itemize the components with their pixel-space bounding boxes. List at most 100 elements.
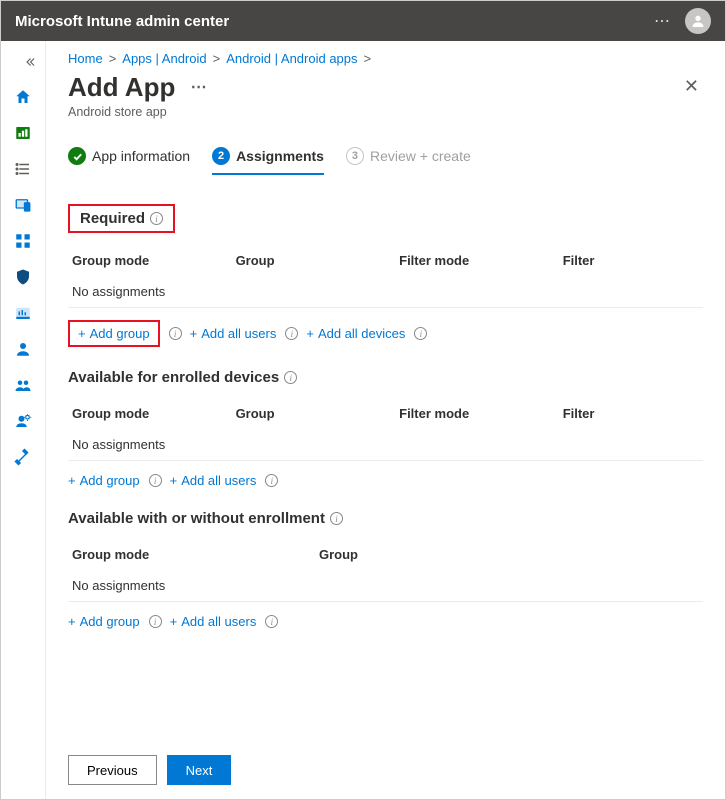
more-icon[interactable]: ⋯: [654, 11, 671, 31]
step-app-information[interactable]: App information: [68, 147, 190, 175]
link-label: Add all users: [181, 473, 256, 488]
info-icon[interactable]: i: [265, 615, 278, 628]
required-actions: + Add group i + Add all users i + Add al…: [68, 308, 703, 351]
link-label: Add all users: [181, 614, 256, 629]
nav-users-icon[interactable]: [6, 333, 40, 365]
nav-list-icon[interactable]: [6, 153, 40, 185]
step-number-badge: 3: [346, 147, 364, 165]
link-label: Add all devices: [318, 326, 405, 341]
nav-troubleshoot-icon[interactable]: [6, 441, 40, 473]
link-label: Add group: [80, 473, 140, 488]
enrolled-table: Group mode Group Filter mode Filter No a…: [68, 398, 703, 461]
breadcrumb-home[interactable]: Home: [68, 51, 103, 66]
breadcrumb-sep: >: [213, 51, 221, 66]
section-title-text: Required: [80, 210, 145, 227]
without-table: Group mode Group No assignments: [68, 539, 703, 602]
topbar-right: ⋯: [654, 8, 711, 34]
nav-tenant-icon[interactable]: [6, 405, 40, 437]
top-header-bar: Microsoft Intune admin center ⋯: [1, 1, 725, 41]
nav-home-icon[interactable]: [6, 81, 40, 113]
main-panel: Home > Apps | Android > Android | Androi…: [46, 41, 725, 799]
col-group-mode: Group mode: [72, 406, 236, 421]
section-without-enrollment: Available with or without enrollment i G…: [68, 510, 703, 633]
nav-apps-icon[interactable]: [6, 225, 40, 257]
add-group-link[interactable]: + Add group: [68, 473, 140, 488]
nav-dashboard-icon[interactable]: [6, 117, 40, 149]
breadcrumb-android-apps[interactable]: Android | Android apps: [226, 51, 357, 66]
info-icon[interactable]: i: [414, 327, 427, 340]
link-label: Add group: [80, 614, 140, 629]
page-title: Add App ⋯: [68, 72, 207, 103]
nav-collapse-toggle[interactable]: [1, 47, 45, 77]
nav-reports-icon[interactable]: [6, 297, 40, 329]
add-all-users-link[interactable]: + Add all users: [170, 473, 257, 488]
plus-icon: +: [78, 326, 86, 341]
breadcrumb-apps-android[interactable]: Apps | Android: [122, 51, 206, 66]
empty-row: No assignments: [72, 284, 236, 299]
breadcrumb-sep: >: [109, 51, 117, 66]
info-icon[interactable]: i: [285, 327, 298, 340]
enrolled-actions: + Add group i + Add all users i: [68, 461, 703, 492]
checkmark-icon: [68, 147, 86, 165]
page-title-text: Add App: [68, 72, 175, 102]
step-review-create[interactable]: 3 Review + create: [346, 147, 471, 175]
info-icon[interactable]: i: [169, 327, 182, 340]
step-label: Review + create: [370, 148, 471, 164]
next-button[interactable]: Next: [167, 755, 232, 785]
add-all-users-link[interactable]: + Add all users: [190, 326, 277, 341]
footer-bar: Previous Next: [68, 745, 703, 785]
info-icon[interactable]: i: [284, 371, 297, 384]
without-actions: + Add group i + Add all users i: [68, 602, 703, 633]
link-label: Add all users: [201, 326, 276, 341]
highlight-add-group: + Add group: [68, 320, 160, 347]
left-nav: [1, 41, 46, 799]
breadcrumb: Home > Apps | Android > Android | Androi…: [68, 41, 703, 72]
col-group: Group: [236, 406, 400, 421]
section-title-required: Required i: [68, 204, 175, 233]
add-group-link[interactable]: + Add group: [68, 614, 140, 629]
close-icon[interactable]: ✕: [680, 72, 703, 101]
plus-icon: +: [68, 473, 76, 488]
required-table: Group mode Group Filter mode Filter No a…: [68, 245, 703, 308]
add-all-devices-link[interactable]: + Add all devices: [306, 326, 405, 341]
step-assignments[interactable]: 2 Assignments: [212, 147, 324, 175]
info-icon[interactable]: i: [330, 512, 343, 525]
step-label: Assignments: [236, 148, 324, 164]
info-icon[interactable]: i: [265, 474, 278, 487]
col-group-mode: Group mode: [72, 253, 236, 268]
info-icon[interactable]: i: [149, 615, 162, 628]
product-title: Microsoft Intune admin center: [15, 13, 229, 30]
step-label: App information: [92, 148, 190, 164]
add-all-users-link[interactable]: + Add all users: [170, 614, 257, 629]
info-icon[interactable]: i: [150, 212, 163, 225]
link-label: Add group: [90, 326, 150, 341]
wizard-steps: App information 2 Assignments 3 Review +…: [68, 147, 703, 176]
nav-devices-icon[interactable]: [6, 189, 40, 221]
col-filter: Filter: [563, 406, 699, 421]
col-filter-mode: Filter mode: [399, 406, 563, 421]
step-number-badge: 2: [212, 147, 230, 165]
plus-icon: +: [170, 614, 178, 629]
info-icon[interactable]: i: [149, 474, 162, 487]
col-group-mode: Group mode: [72, 547, 319, 562]
breadcrumb-sep: >: [364, 51, 372, 66]
section-title-enrolled: Available for enrolled devices i: [68, 369, 703, 386]
add-group-link[interactable]: + Add group: [78, 326, 150, 341]
section-title-without: Available with or without enrollment i: [68, 510, 703, 527]
section-title-text: Available with or without enrollment: [68, 510, 325, 527]
previous-button[interactable]: Previous: [68, 755, 157, 785]
nav-groups-icon[interactable]: [6, 369, 40, 401]
plus-icon: +: [170, 473, 178, 488]
section-required: Required i Group mode Group Filter mode …: [68, 186, 703, 351]
empty-row: No assignments: [72, 578, 319, 593]
empty-row: No assignments: [72, 437, 236, 452]
col-filter-mode: Filter mode: [399, 253, 563, 268]
nav-security-icon[interactable]: [6, 261, 40, 293]
page-title-more-icon[interactable]: ⋯: [191, 79, 207, 96]
col-group: Group: [319, 547, 699, 562]
plus-icon: +: [190, 326, 198, 341]
plus-icon: +: [306, 326, 314, 341]
avatar[interactable]: [685, 8, 711, 34]
col-group: Group: [236, 253, 400, 268]
col-filter: Filter: [563, 253, 699, 268]
